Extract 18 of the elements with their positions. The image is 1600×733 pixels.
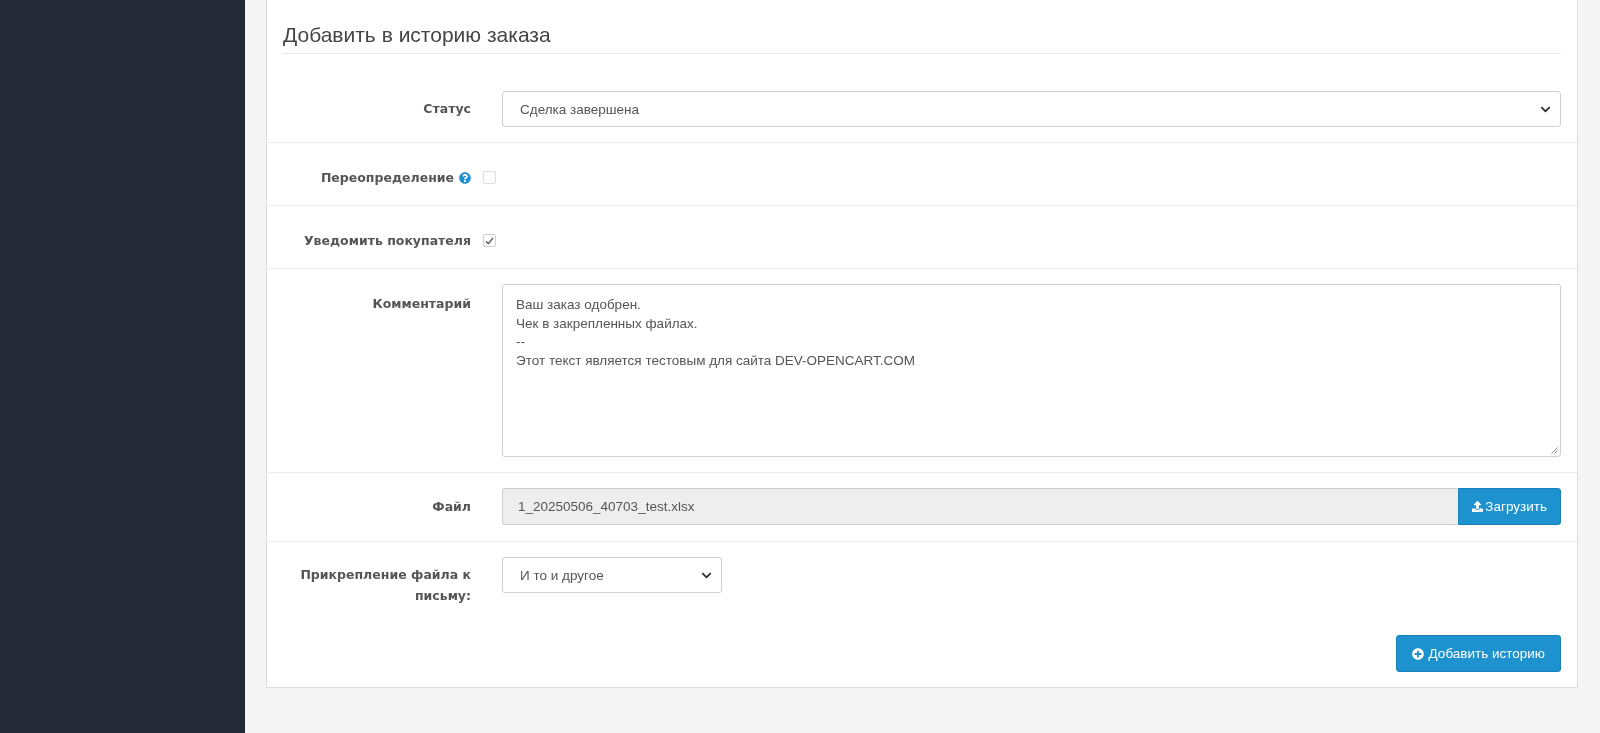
upload-icon <box>1472 501 1484 512</box>
field-label: Уведомить покупателя <box>303 232 471 250</box>
upload-button[interactable]: Загрузить <box>1458 488 1561 525</box>
file-name-field[interactable]: 1_20250506_40703_test.xlsx <box>502 488 1459 525</box>
checkbox[interactable] <box>483 234 496 247</box>
select-field[interactable]: И то и другое <box>502 557 722 593</box>
field-label: Комментарий <box>372 295 471 313</box>
comment-field[interactable]: Ваш заказ одобрен. Чек в закрепленных файлах. -- Этот текст является тестовым для сайта DEV-OPENCART.COM <box>502 284 1561 457</box>
field-label: Статус <box>423 100 471 118</box>
section-title: Добавить в историю заказа <box>283 0 1561 54</box>
checkmark-icon <box>485 236 494 245</box>
field-label: Прикрепление файла к письму: <box>299 566 471 605</box>
field-label: Файл <box>432 498 471 516</box>
field-label: Переопределение <box>320 169 454 187</box>
resize-grip-icon[interactable] <box>1551 447 1558 454</box>
checkbox[interactable] <box>483 171 496 184</box>
select-field[interactable]: Сделка завершена <box>502 91 1561 127</box>
add-history-button[interactable]: Добавить историю <box>1395 635 1561 672</box>
